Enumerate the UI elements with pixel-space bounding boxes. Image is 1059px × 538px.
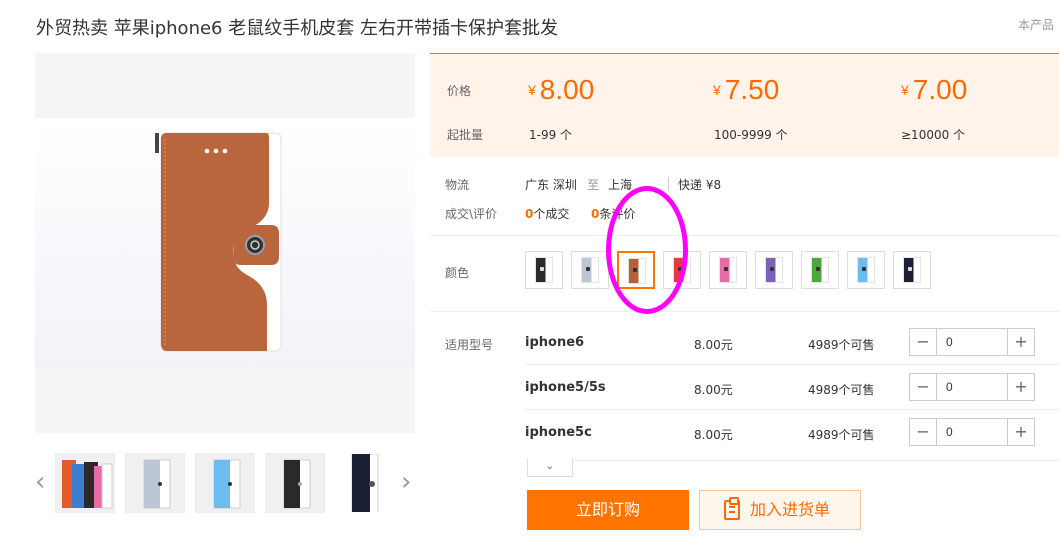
increase-button[interactable]: + (1007, 374, 1034, 400)
model-name: iphone6 (525, 335, 585, 350)
price-tier-1: ¥8.00 (528, 74, 595, 105)
moq-label: 起批量 (447, 128, 484, 142)
next-arrow-icon[interactable]: › (401, 469, 411, 495)
swatch-light-blue-grey[interactable] (571, 251, 609, 289)
express-fee: 快递 ¥8 (678, 178, 722, 192)
quantity-input[interactable] (938, 419, 1007, 445)
logistics-to-word: 至 (587, 178, 600, 192)
quantity-stepper: − + (909, 418, 1035, 446)
reviews-count[interactable]: 0条评价 (591, 205, 635, 222)
model-stock: 4989个可售 (808, 338, 875, 352)
buy-now-button[interactable]: 立即订购 (527, 490, 689, 530)
swatch-black-white[interactable] (525, 251, 563, 289)
price-label: 价格 (447, 84, 472, 98)
thumbnail-4[interactable] (265, 453, 325, 513)
product-title: 外贸热卖 苹果iphone6 老鼠纹手机皮套 左右开带插卡保护套批发 (36, 18, 558, 39)
decrease-button[interactable]: − (910, 329, 937, 355)
add-to-cart-label: 加入进货单 (750, 500, 831, 519)
swatch-brown[interactable] (617, 251, 655, 289)
swatch-red[interactable] (663, 251, 701, 289)
add-to-cart-button[interactable]: 加入进货单 (699, 490, 861, 530)
model-name: iphone5/5s (525, 380, 606, 395)
model-price: 8.00元 (694, 383, 733, 397)
swatch-sky-blue[interactable] (847, 251, 885, 289)
quantity-stepper: − + (909, 373, 1035, 401)
thumbnail-2[interactable] (125, 453, 185, 513)
price-tier-3: ¥7.00 (901, 74, 968, 105)
swatch-navy[interactable] (893, 251, 931, 289)
qty-range-3: ≥10000 个 (901, 128, 966, 142)
deals-label: 成交\评价 (445, 207, 498, 221)
increase-button[interactable]: + (1007, 419, 1034, 445)
decrease-button[interactable]: − (910, 374, 937, 400)
logistics-destination-select[interactable]: 上海 ⌄ (608, 176, 652, 193)
price-tier-2: ¥7.50 (713, 74, 780, 105)
swatch-green[interactable] (801, 251, 839, 289)
model-name: iphone5c (525, 425, 592, 440)
expand-models-button[interactable]: ⌄ (527, 459, 573, 477)
divider (525, 409, 1059, 410)
thumbnail-5[interactable] (335, 453, 395, 513)
increase-button[interactable]: + (1007, 329, 1034, 355)
color-label: 颜色 (445, 266, 470, 280)
divider (430, 235, 1059, 236)
price-panel: 价格 起批量 ¥8.00 1-99 个 ¥7.50 100-9999 个 ¥7.… (430, 53, 1059, 157)
logistics-from: 广东 深圳 (525, 178, 577, 192)
model-stock: 4989个可售 (808, 383, 875, 397)
models-label: 适用型号 (445, 338, 494, 352)
divider (525, 364, 1059, 365)
logistics-label: 物流 (445, 178, 470, 192)
qty-range-2: 100-9999 个 (714, 128, 788, 142)
quantity-stepper: − + (909, 328, 1035, 356)
swatch-purple[interactable] (755, 251, 793, 289)
deals-count[interactable]: 0个成交 (525, 205, 569, 222)
prev-arrow-icon[interactable]: ‹ (35, 469, 45, 495)
thumbnail-1[interactable] (55, 453, 115, 513)
swatch-pink[interactable] (709, 251, 747, 289)
thumbnail-3[interactable] (195, 453, 255, 513)
clipboard-icon (724, 497, 740, 520)
divider (525, 460, 1059, 461)
quantity-input[interactable] (938, 374, 1007, 400)
top-right-note: 本产品 (1018, 18, 1055, 32)
thumbnail-strip: ‹ › (35, 453, 425, 515)
main-product-image (35, 53, 415, 433)
model-price: 8.00元 (694, 428, 733, 442)
model-stock: 4989个可售 (808, 428, 875, 442)
chevron-down-icon: ⌄ (641, 178, 652, 192)
quantity-input[interactable] (938, 329, 1007, 355)
decrease-button[interactable]: − (910, 419, 937, 445)
divider (430, 311, 1059, 312)
model-price: 8.00元 (694, 338, 733, 352)
divider (668, 177, 669, 191)
qty-range-1: 1-99 个 (529, 128, 573, 142)
